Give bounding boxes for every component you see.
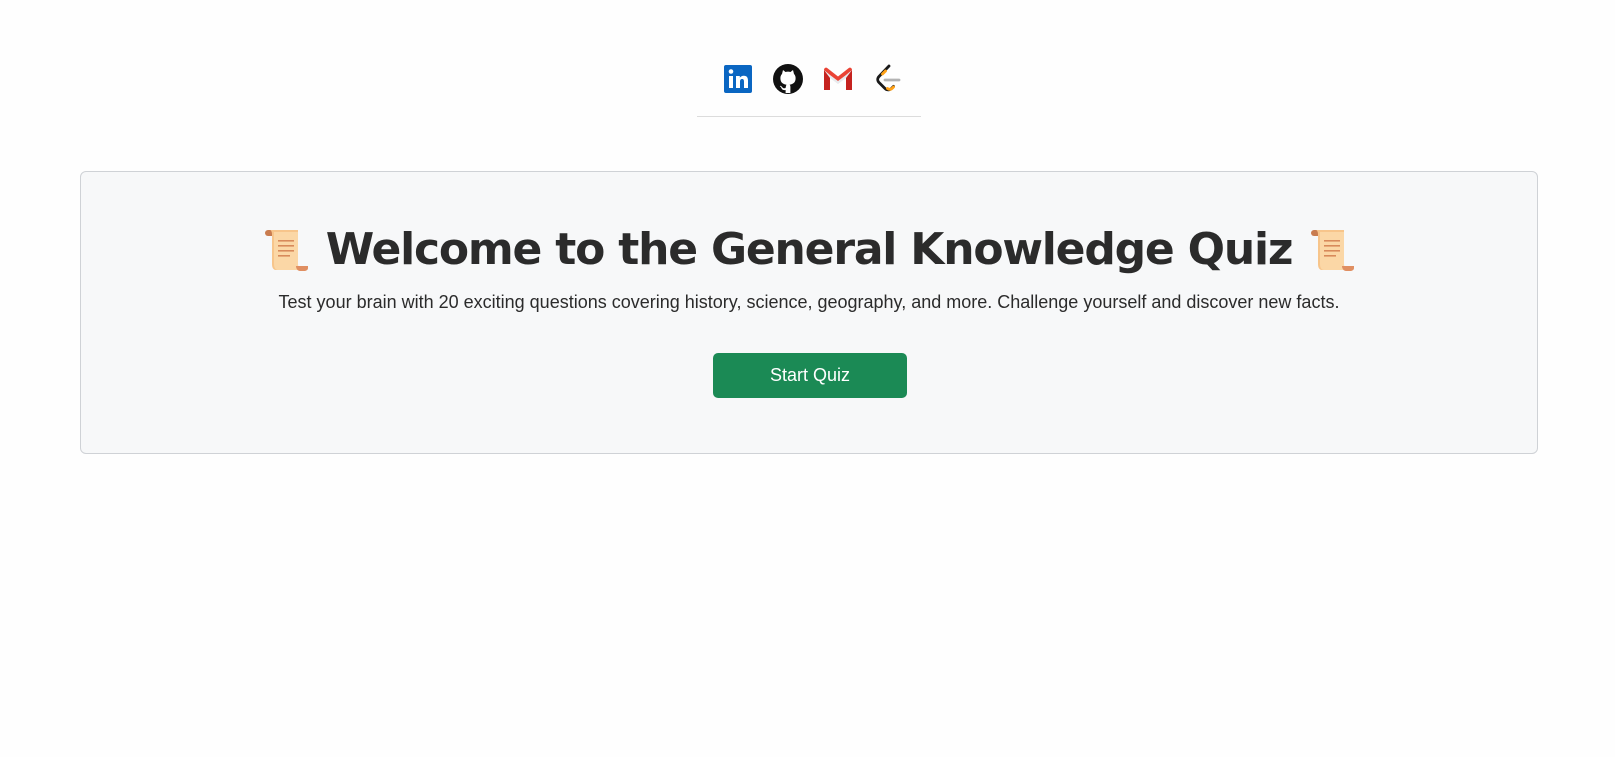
leetcode-icon [876,64,901,92]
page: Welcome to the General Knowledge Quiz Te… [0,0,1615,757]
linkedin-link[interactable] [722,62,754,96]
social-links-bar [697,62,921,117]
scroll-emoji-icon [1311,229,1355,271]
title-row: Welcome to the General Knowledge Quiz [81,224,1537,275]
quiz-description: Test your brain with 20 exciting questio… [278,292,1340,312]
gmail-icon [824,67,852,90]
scroll-emoji-icon [264,229,308,271]
leetcode-link[interactable] [872,62,904,96]
page-title: Welcome to the General Knowledge Quiz [325,224,1294,275]
gmail-link[interactable] [822,62,854,96]
github-icon [773,64,803,94]
welcome-card: Welcome to the General Knowledge Quiz Te… [80,171,1538,454]
linkedin-icon [724,65,752,93]
github-link[interactable] [772,62,804,96]
start-quiz-button[interactable]: Start Quiz [713,353,907,398]
